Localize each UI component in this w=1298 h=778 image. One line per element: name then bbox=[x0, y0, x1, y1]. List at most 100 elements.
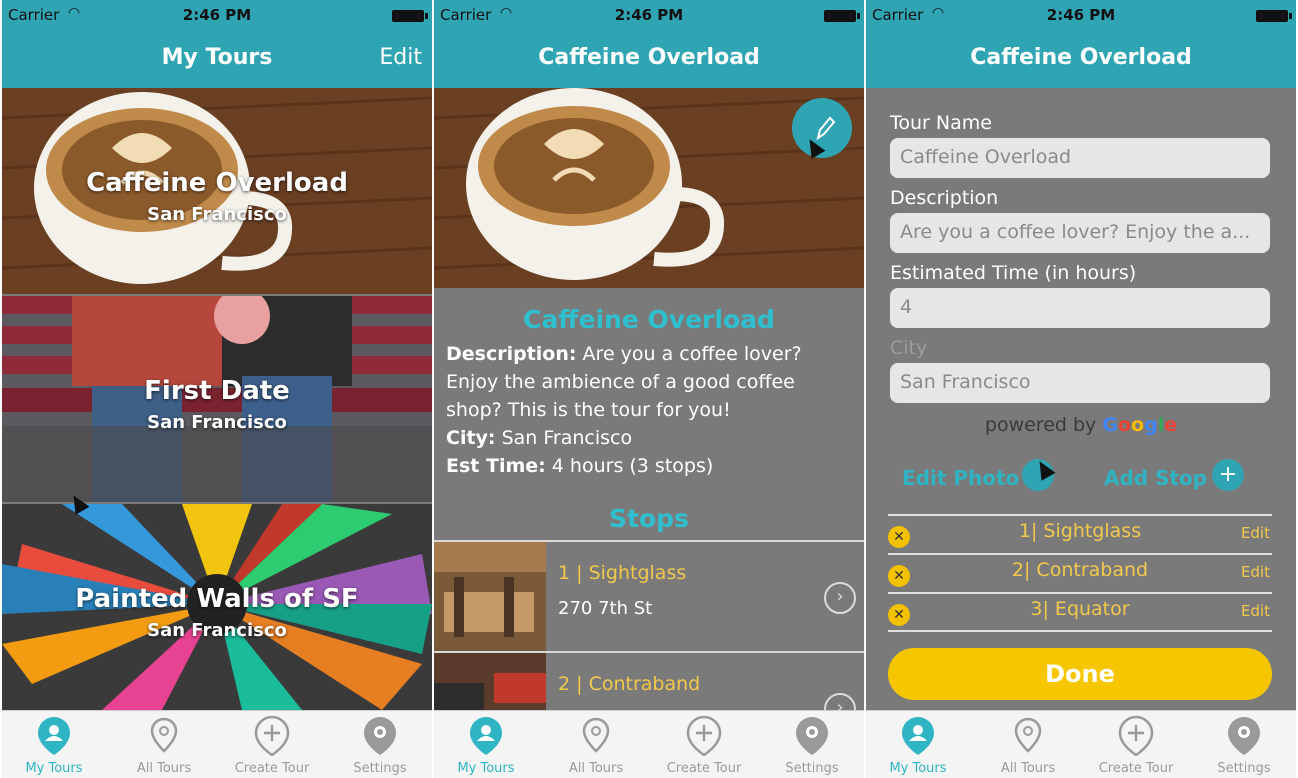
tab-label: Create Tour bbox=[234, 761, 310, 776]
add-stop-icon[interactable]: + bbox=[1212, 459, 1244, 491]
battery-icon bbox=[824, 10, 860, 22]
chevron-right-icon[interactable]: › bbox=[824, 582, 856, 614]
stop-row[interactable]: 1 | Sightglass 270 7th St › bbox=[434, 540, 864, 652]
tab-all-tours[interactable]: All Tours bbox=[978, 715, 1078, 776]
tab-bar: My Tours All Tours Create Tour Settings bbox=[434, 710, 864, 778]
tour-name: First Date bbox=[144, 376, 290, 406]
tab-my-tours[interactable]: My Tours bbox=[868, 715, 968, 776]
tab-create-tour[interactable]: Create Tour bbox=[654, 715, 754, 776]
edit-stop-button[interactable]: Edit bbox=[1241, 602, 1270, 620]
stop-address: 270 7th St bbox=[558, 598, 653, 619]
add-pin-icon bbox=[254, 715, 290, 757]
battery-icon bbox=[1256, 10, 1292, 22]
stop-name: 2 | Contraband bbox=[558, 673, 701, 695]
tab-label: My Tours bbox=[25, 761, 83, 776]
done-button[interactable]: Done bbox=[888, 648, 1272, 700]
edit-tour-screen: Carrier ◠ 2:46 PM Caffeine Overload Tour… bbox=[866, 0, 1296, 778]
city-field[interactable]: San Francisco bbox=[890, 363, 1270, 403]
city-text: City: San Francisco bbox=[446, 424, 852, 452]
user-pin-icon bbox=[902, 717, 934, 755]
gear-pin-icon bbox=[796, 717, 828, 755]
my-tours-screen: Carrier ◠ 2:46 PM My Tours Edit Caffeine… bbox=[2, 0, 432, 778]
tour-city: San Francisco bbox=[147, 204, 287, 225]
tab-all-tours[interactable]: All Tours bbox=[114, 715, 214, 776]
tab-label: All Tours bbox=[136, 761, 192, 776]
tab-my-tours[interactable]: My Tours bbox=[436, 715, 536, 776]
tour-card-caffeine[interactable]: Caffeine Overload San Francisco bbox=[2, 88, 432, 294]
city-value: San Francisco bbox=[501, 427, 633, 449]
edit-photo-button[interactable]: Edit Photo bbox=[902, 466, 1019, 490]
tab-bar: My Tours All Tours Create Tour Settings bbox=[2, 710, 432, 778]
divider bbox=[888, 630, 1272, 632]
tour-card-first-date[interactable]: First Date San Francisco bbox=[2, 296, 432, 502]
tab-label: All Tours bbox=[568, 761, 624, 776]
time-value: 4 hours (3 stops) bbox=[551, 455, 714, 477]
edit-stop-button[interactable]: Edit bbox=[1241, 563, 1270, 581]
page-title: Caffeine Overload bbox=[538, 45, 760, 70]
tab-settings[interactable]: Settings bbox=[762, 715, 862, 776]
status-bar: Carrier ◠ 2:46 PM bbox=[434, 0, 864, 30]
tab-label: Create Tour bbox=[666, 761, 742, 776]
tab-label: Settings bbox=[1217, 761, 1271, 776]
tour-city: San Francisco bbox=[147, 412, 287, 433]
tab-create-tour[interactable]: Create Tour bbox=[222, 715, 322, 776]
edit-button[interactable]: Edit bbox=[379, 45, 422, 70]
description-field[interactable]: Are you a coffee lover? Enjoy the a... bbox=[890, 213, 1270, 253]
description-label: Description: bbox=[446, 343, 577, 365]
tour-card-painted-walls[interactable]: Painted Walls of SF San Francisco bbox=[2, 504, 432, 710]
user-pin-icon bbox=[470, 717, 502, 755]
status-bar: Carrier ◠ 2:46 PM bbox=[866, 0, 1296, 30]
tab-my-tours[interactable]: My Tours bbox=[4, 715, 104, 776]
status-bar: Carrier ◠ 2:46 PM bbox=[2, 0, 432, 30]
stops-heading: Stops bbox=[609, 504, 689, 533]
tab-label: All Tours bbox=[1000, 761, 1056, 776]
description-label: Description bbox=[890, 187, 999, 209]
tab-create-tour[interactable]: Create Tour bbox=[1086, 715, 1186, 776]
nav-bar: Caffeine Overload bbox=[866, 30, 1296, 88]
map-pin-icon bbox=[582, 717, 610, 753]
tour-name: Painted Walls of SF bbox=[75, 584, 359, 614]
time-text: Est Time: 4 hours (3 stops) bbox=[446, 452, 852, 480]
stop-name: 1 | Sightglass bbox=[558, 562, 687, 584]
add-stop-button[interactable]: Add Stop bbox=[1104, 466, 1207, 490]
powered-by-google: powered by Google bbox=[866, 414, 1296, 436]
tab-settings[interactable]: Settings bbox=[1194, 715, 1294, 776]
time-field[interactable]: 4 bbox=[890, 288, 1270, 328]
tour-title: Caffeine Overload bbox=[523, 305, 775, 334]
time-label: Est Time: bbox=[446, 455, 546, 477]
tour-name-field[interactable]: Caffeine Overload bbox=[890, 138, 1270, 178]
edit-stop-row: ✕ 1| Sightglass Edit bbox=[888, 514, 1272, 554]
map-pin-icon bbox=[150, 717, 178, 753]
page-title: My Tours bbox=[161, 45, 273, 70]
tab-settings[interactable]: Settings bbox=[330, 715, 430, 776]
tour-details: Caffeine Overload Description: Are you a… bbox=[434, 288, 864, 480]
battery-icon bbox=[392, 10, 428, 22]
nav-bar: Caffeine Overload bbox=[434, 30, 864, 88]
tab-label: My Tours bbox=[457, 761, 515, 776]
stop-name: 2| Contraband bbox=[1011, 559, 1149, 581]
edit-stop-row: ✕ 2| Contraband Edit bbox=[888, 553, 1272, 593]
powered-by-text: powered by bbox=[984, 414, 1097, 436]
city-label: City bbox=[890, 337, 928, 359]
tour-name: Caffeine Overload bbox=[86, 168, 348, 198]
tab-bar: My Tours All Tours Create Tour Settings bbox=[866, 710, 1296, 778]
stop-name: 3| Equator bbox=[1030, 598, 1130, 620]
tab-all-tours[interactable]: All Tours bbox=[546, 715, 646, 776]
city-label: City: bbox=[446, 427, 496, 449]
add-pin-icon bbox=[686, 715, 722, 757]
tab-label: Create Tour bbox=[1098, 761, 1174, 776]
time-label: Estimated Time (in hours) bbox=[890, 262, 1137, 284]
tour-detail-screen: Carrier ◠ 2:46 PM Caffeine Overload Caff… bbox=[434, 0, 864, 778]
google-logo: Google bbox=[1102, 414, 1178, 436]
tour-city: San Francisco bbox=[147, 620, 287, 641]
status-time: 2:46 PM bbox=[614, 6, 684, 24]
edit-stop-button[interactable]: Edit bbox=[1241, 524, 1270, 542]
gear-pin-icon bbox=[1228, 717, 1260, 755]
edit-stop-row: ✕ 3| Equator Edit bbox=[888, 592, 1272, 632]
app-screens: Carrier ◠ 2:46 PM My Tours Edit Caffeine… bbox=[0, 0, 1298, 778]
edit-tour-form: Tour Name Caffeine Overload Description … bbox=[866, 88, 1296, 710]
gear-pin-icon bbox=[364, 717, 396, 755]
stop-name: 1| Sightglass bbox=[1018, 520, 1142, 542]
status-time: 2:46 PM bbox=[182, 6, 252, 24]
tab-label: Settings bbox=[785, 761, 839, 776]
